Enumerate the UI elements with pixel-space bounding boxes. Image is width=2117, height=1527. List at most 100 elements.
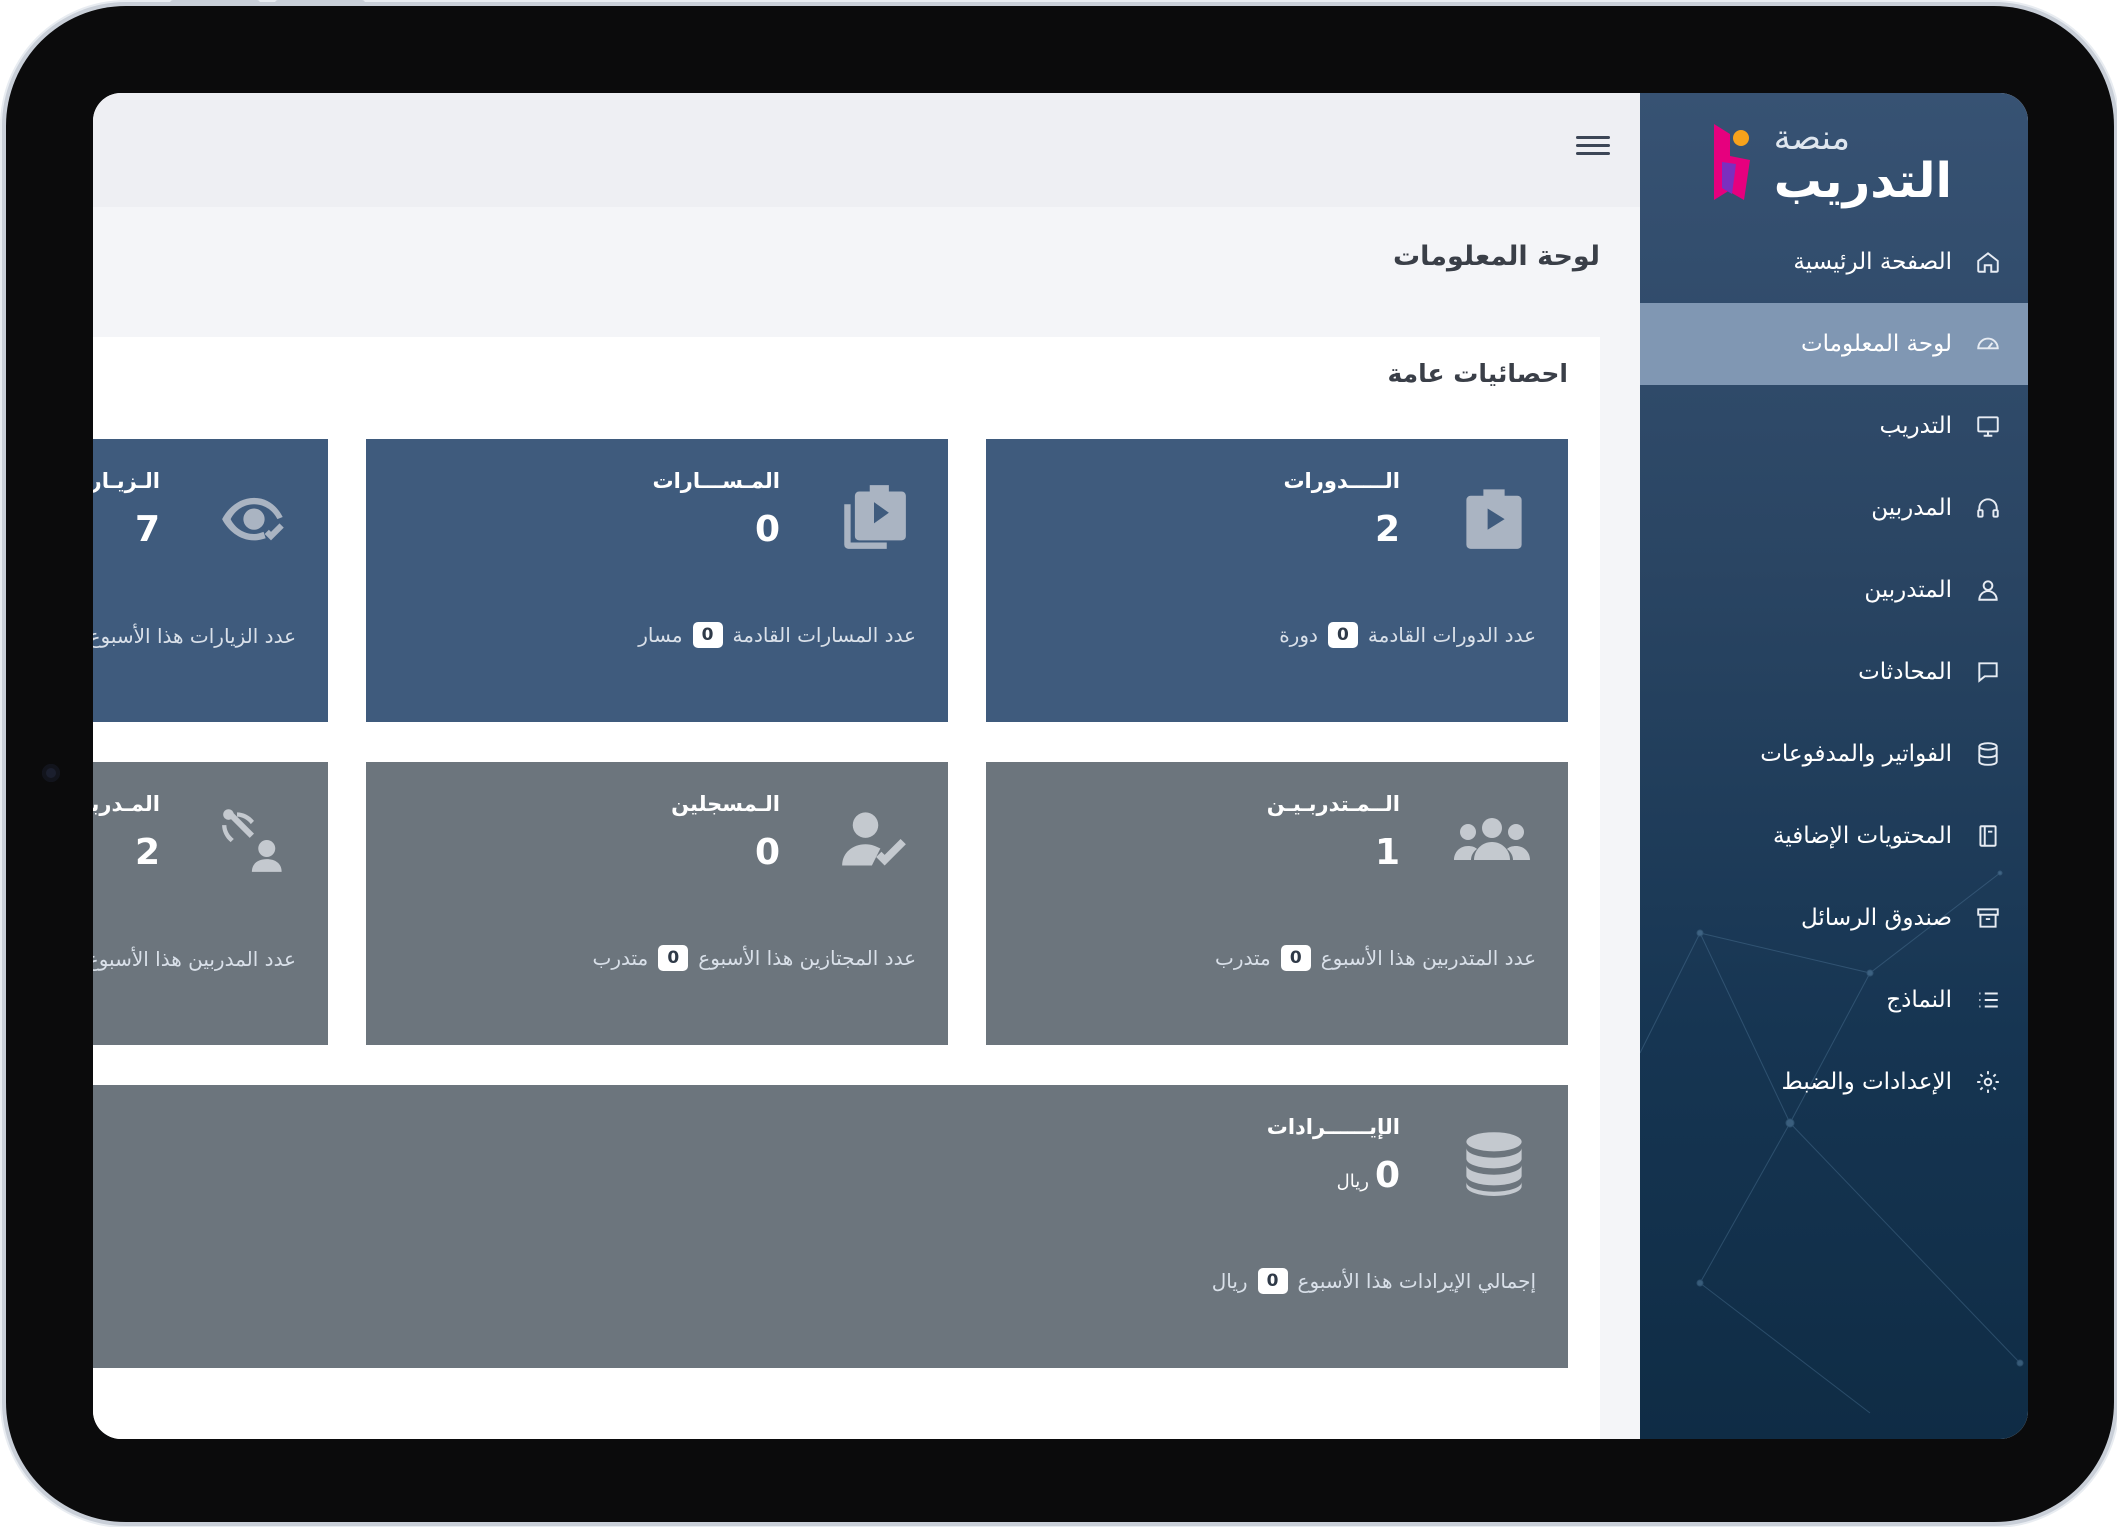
card-courses[interactable]: الـــــدورات 2 عدد الدورات القادمة 0 دور… bbox=[986, 439, 1568, 722]
card-footer-label: عدد المتدربين هذا الأسبوع bbox=[1320, 946, 1536, 970]
card-title: الإيــــــرادات bbox=[1266, 1115, 1400, 1139]
card-trainers[interactable]: المـدربين 2 عدد المدربين هذا الأسبوع bbox=[93, 762, 328, 1045]
sidebar-item-label: الصفحة الرئيسية bbox=[1793, 249, 1952, 275]
card-value: 1 bbox=[1374, 832, 1400, 873]
sidebar-item-chats[interactable]: المحادثات bbox=[1640, 631, 2028, 713]
database-stack-icon bbox=[1460, 1129, 1528, 1197]
monitor-icon bbox=[1974, 412, 2002, 440]
brand-text: منصة التدريب bbox=[1774, 121, 1952, 205]
brand-logo[interactable]: منصة التدريب bbox=[1710, 113, 1952, 213]
card-trainees[interactable]: الــمـتدربـيـن 1 عدد المتدربين هذا الأسب… bbox=[986, 762, 1568, 1045]
card-value: 0 bbox=[754, 832, 780, 873]
card-footer-unit: مسار bbox=[638, 623, 683, 647]
card-footer: إجمالي الإيرادات هذا الأسبوع 0 ريال bbox=[1212, 1268, 1536, 1294]
card-value: 7 bbox=[134, 509, 160, 550]
sidebar-item-label: لوحة المعلومات bbox=[1800, 331, 1952, 357]
page-title: لوحة المعلومات bbox=[1393, 241, 1600, 272]
card-footer-unit: ريال bbox=[1211, 1269, 1248, 1293]
card-footer: عدد المسارات القادمة 0 مسار bbox=[638, 622, 916, 648]
card-footer: عدد المتدربين هذا الأسبوع 0 متدرب bbox=[1215, 945, 1536, 971]
volume-button bbox=[275, 0, 365, 6]
app-screen: لوحة المعلومات احصائيات عامة الـــــدورا… bbox=[93, 93, 2028, 1439]
sidebar-item-label: صندوق الرسائل bbox=[1801, 905, 1952, 931]
brand-line2: التدريب bbox=[1773, 153, 1952, 209]
card-footer-label: عدد المجتازين هذا الأسبوع bbox=[698, 946, 916, 970]
card-footer: عدد المجتازين هذا الأسبوع 0 متدرب bbox=[593, 945, 916, 971]
sidebar-nav: الصفحة الرئيسية لوحة المعلومات التدريب ا… bbox=[1640, 221, 2028, 1123]
sidebar-item-label: المحتويات الإضافية bbox=[1772, 823, 1952, 849]
user-voice-icon bbox=[220, 806, 288, 874]
card-footer-label: إجمالي الإيرادات هذا الأسبوع bbox=[1297, 1269, 1536, 1293]
card-title: المـدربين bbox=[93, 792, 160, 816]
card-footer: عدد المدربين هذا الأسبوع bbox=[93, 947, 296, 971]
clipboard-play-icon bbox=[1460, 483, 1528, 551]
top-bar bbox=[93, 93, 1640, 207]
count-badge: 0 bbox=[1257, 1268, 1288, 1294]
count-badge: 0 bbox=[658, 945, 689, 971]
sidebar-item-settings[interactable]: الإعدادات والضبط bbox=[1640, 1041, 2028, 1123]
front-camera bbox=[42, 764, 60, 782]
sidebar-item-inbox[interactable]: صندوق الرسائل bbox=[1640, 877, 2028, 959]
sidebar-item-label: الفواتير والمدفوعات bbox=[1760, 741, 1952, 767]
card-value: 0 bbox=[754, 509, 780, 550]
section-title: احصائيات عامة bbox=[1387, 359, 1568, 388]
card-revenue[interactable]: الإيــــــرادات 0ريال إجمالي الإيرادات ه… bbox=[93, 1085, 1568, 1368]
list-icon bbox=[1974, 986, 2002, 1014]
card-footer-unit: دورة bbox=[1279, 623, 1318, 647]
currency-unit: ريال bbox=[1336, 1171, 1369, 1192]
brand-line1: منصة bbox=[1773, 118, 1850, 158]
sidebar-item-label: التدريب bbox=[1879, 413, 1952, 439]
home-icon bbox=[1974, 248, 2002, 276]
card-value: 2 bbox=[134, 832, 160, 873]
users-group-icon bbox=[1452, 806, 1532, 874]
card-footer: عدد الزيارات هذا الأسبوع bbox=[93, 624, 296, 648]
sidebar-item-forms[interactable]: النماذج bbox=[1640, 959, 2028, 1041]
card-footer-unit: متدرب bbox=[592, 946, 649, 970]
sidebar-item-extra-content[interactable]: المحتويات الإضافية bbox=[1640, 795, 2028, 877]
user-icon bbox=[1974, 576, 2002, 604]
sidebar-item-invoices[interactable]: الفواتير والمدفوعات bbox=[1640, 713, 2028, 795]
count-badge: 0 bbox=[1327, 622, 1358, 648]
card-registered[interactable]: الـمسجلين 0 عدد المجتازين هذا الأسبوع 0 … bbox=[366, 762, 948, 1045]
card-title: الـزيـارات bbox=[93, 469, 160, 493]
card-value: 2 bbox=[1374, 509, 1400, 550]
card-footer-unit: متدرب bbox=[1215, 946, 1271, 970]
revenue-amount: 0 bbox=[1374, 1155, 1400, 1196]
chat-icon bbox=[1974, 658, 2002, 686]
sidebar-item-label: المتدربين bbox=[1864, 577, 1952, 603]
card-visits[interactable]: الـزيـارات 7 عدد الزيارات هذا الأسبوع bbox=[93, 439, 328, 722]
card-footer-label: عدد المسارات القادمة bbox=[732, 623, 916, 647]
dashboard-icon bbox=[1974, 330, 2002, 358]
sidebar-item-trainers[interactable]: المدربين bbox=[1640, 467, 2028, 549]
gear-icon bbox=[1974, 1068, 2002, 1096]
card-footer-label: عدد المدربين هذا الأسبوع bbox=[93, 947, 296, 971]
card-title: الـــــدورات bbox=[1283, 469, 1400, 493]
sidebar-item-label: المدربين bbox=[1871, 495, 1952, 521]
card-footer-label: عدد الزيارات هذا الأسبوع bbox=[93, 624, 296, 648]
eye-check-icon bbox=[220, 483, 288, 551]
card-tracks[interactable]: المـســـارات 0 عدد المسارات القادمة 0 مس… bbox=[366, 439, 948, 722]
count-badge: 0 bbox=[692, 622, 723, 648]
archive-icon bbox=[1974, 904, 2002, 932]
notebook-icon bbox=[1974, 822, 2002, 850]
sidebar: منصة التدريب الصفحة الرئيسية لوحة المعلو… bbox=[1640, 93, 2028, 1439]
user-check-icon bbox=[840, 806, 908, 874]
card-title: المـســـارات bbox=[652, 469, 780, 493]
headset-icon bbox=[1974, 494, 2002, 522]
sidebar-item-label: الإعدادات والضبط bbox=[1781, 1069, 1952, 1095]
sidebar-item-home[interactable]: الصفحة الرئيسية bbox=[1640, 221, 2028, 303]
hamburger-menu-icon[interactable] bbox=[1576, 131, 1610, 161]
sidebar-item-dashboard[interactable]: لوحة المعلومات bbox=[1640, 303, 2028, 385]
count-badge: 0 bbox=[1280, 945, 1311, 971]
card-footer: عدد الدورات القادمة 0 دورة bbox=[1279, 622, 1536, 648]
stacked-clipboard-icon bbox=[840, 483, 908, 551]
sidebar-item-label: النماذج bbox=[1886, 987, 1952, 1013]
card-title: الـمسجلين bbox=[671, 792, 780, 816]
logo-mark-icon bbox=[1710, 122, 1756, 204]
volume-button bbox=[170, 0, 260, 6]
sidebar-item-training[interactable]: التدريب bbox=[1640, 385, 2028, 467]
card-value: 0ريال bbox=[1337, 1155, 1400, 1196]
sidebar-item-label: المحادثات bbox=[1858, 659, 1952, 685]
sidebar-item-trainees[interactable]: المتدربين bbox=[1640, 549, 2028, 631]
database-icon bbox=[1974, 740, 2002, 768]
